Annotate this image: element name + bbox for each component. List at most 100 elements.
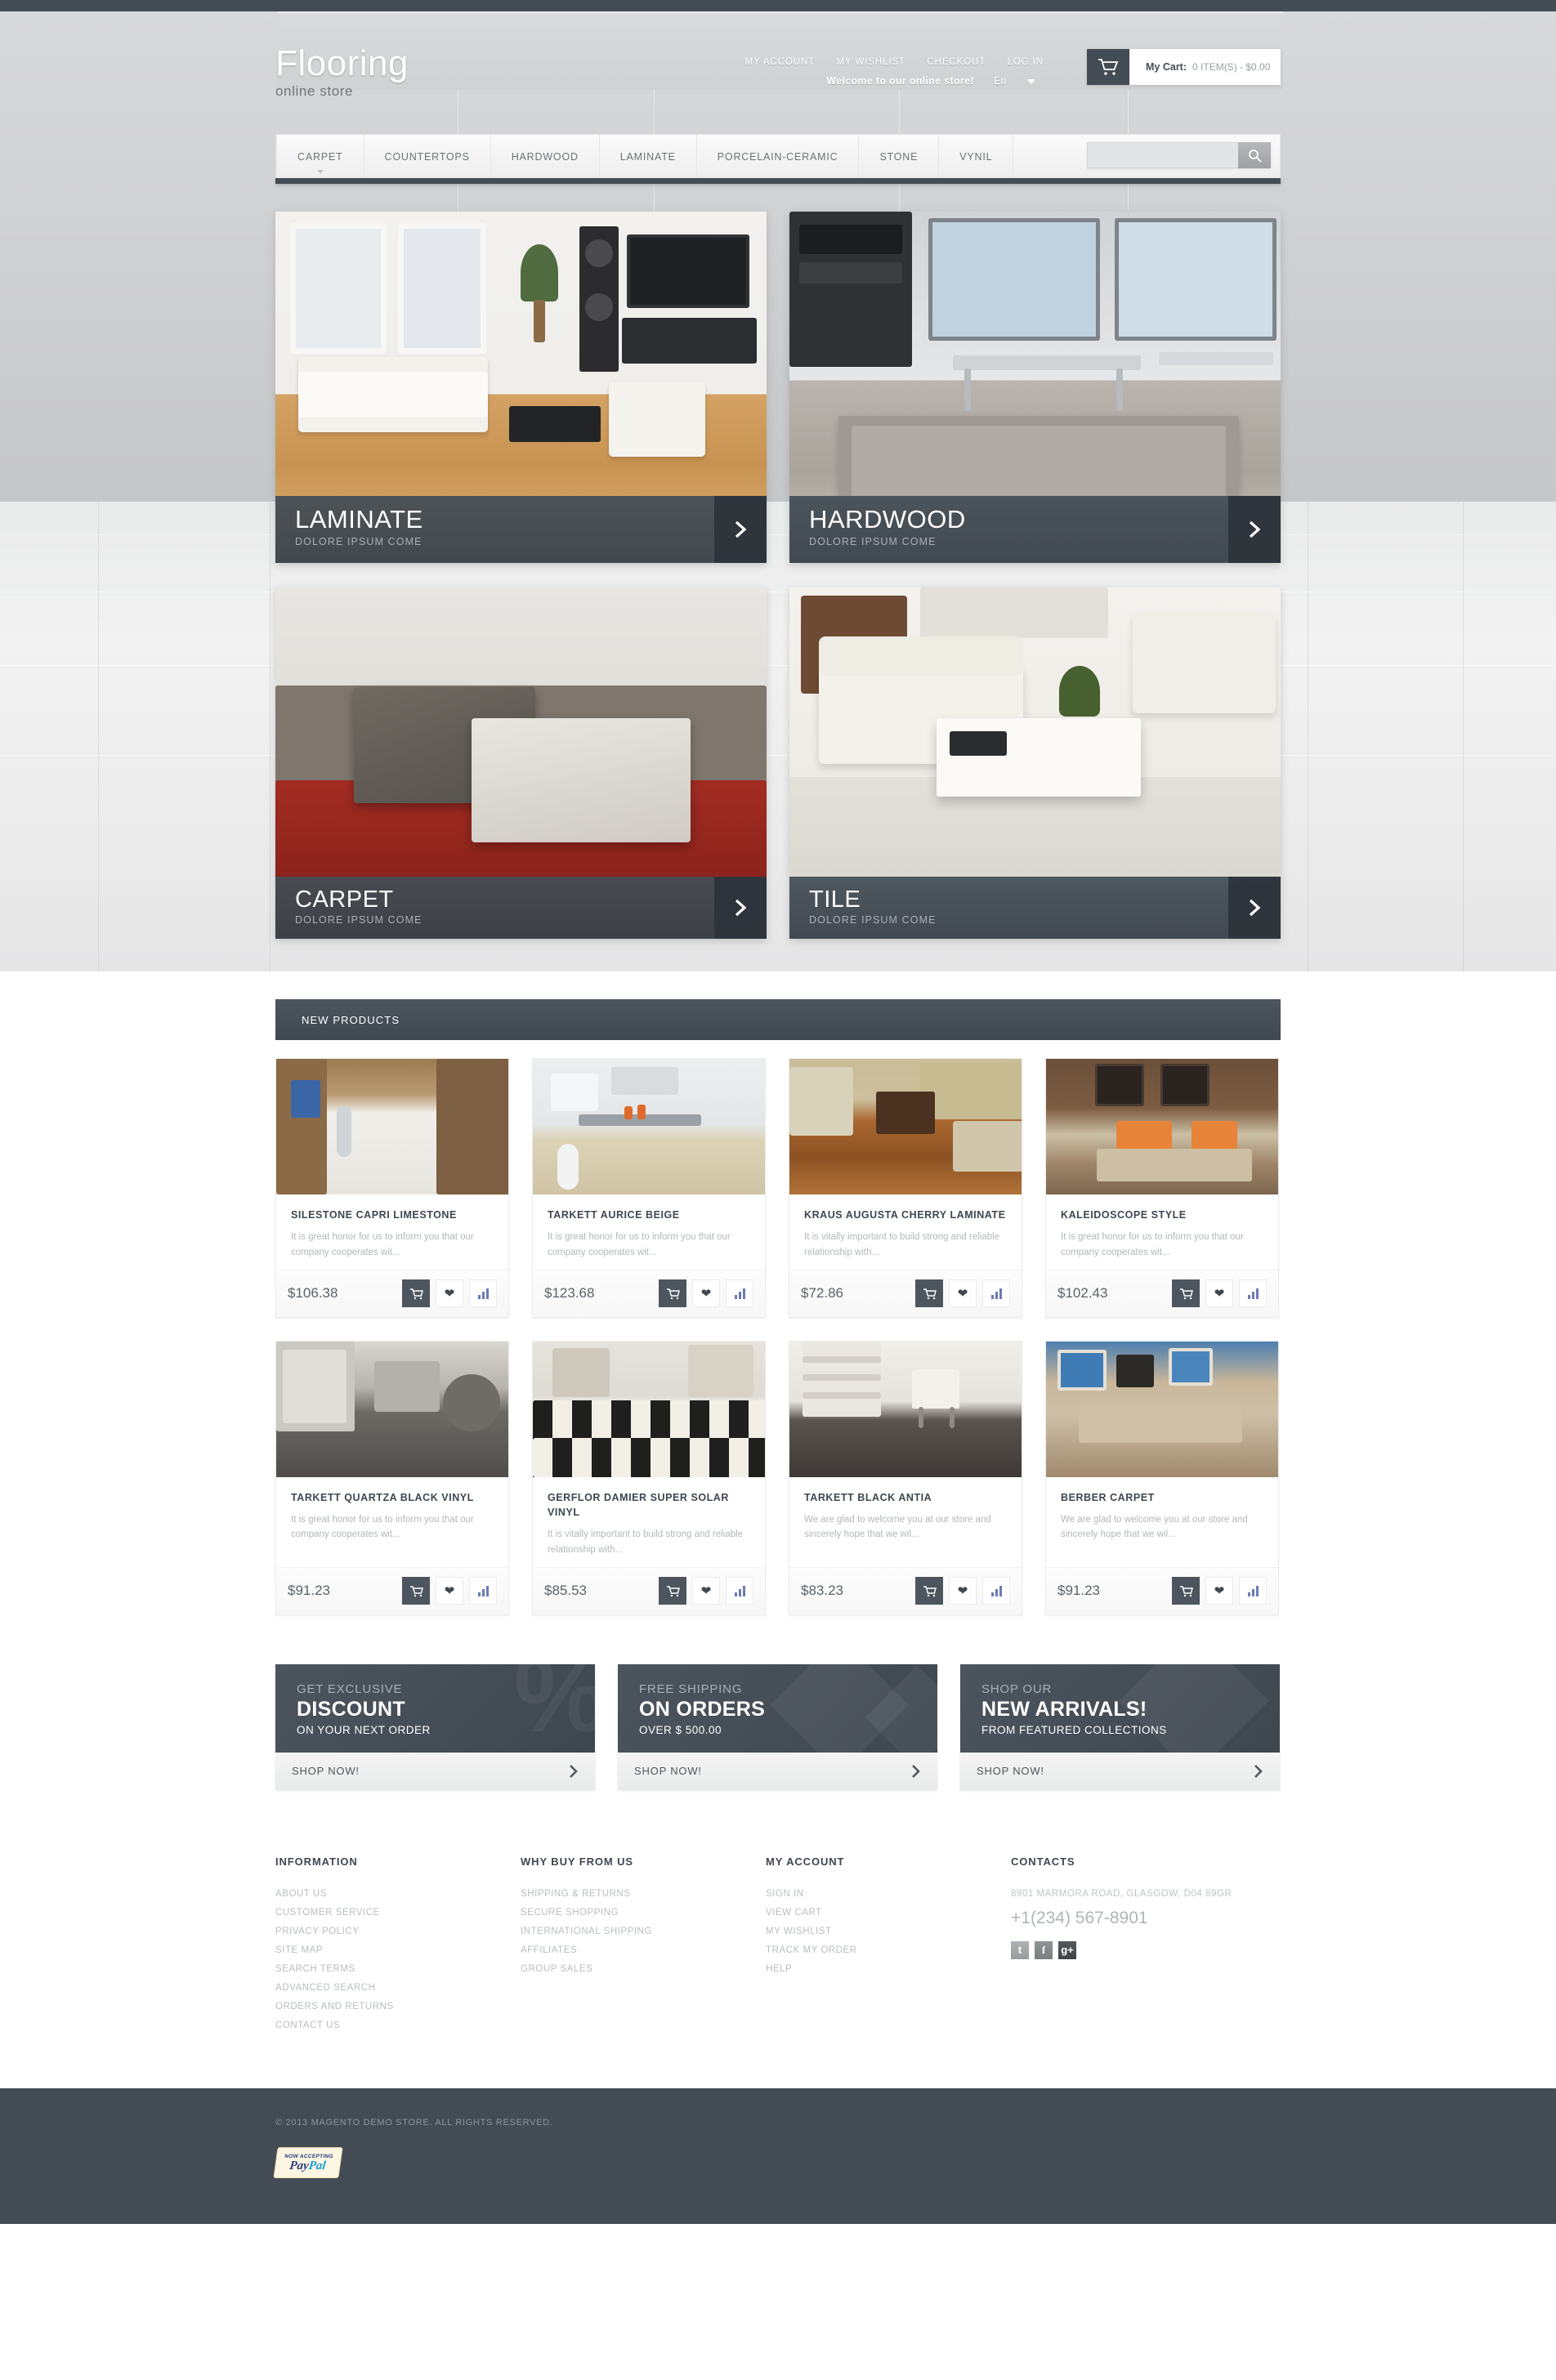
nav-label: STONE [879, 150, 919, 163]
nav-item-stone[interactable]: STONE [859, 135, 940, 178]
product-card[interactable]: TARKETT QUARTZA BLACK VINYL It is great … [275, 1340, 509, 1615]
add-to-wishlist-button[interactable]: ❤ [692, 1279, 720, 1308]
promo-cta[interactable]: SHOP NOW! [618, 1752, 937, 1790]
add-to-cart-button[interactable] [659, 1279, 686, 1308]
add-to-cart-button[interactable] [402, 1577, 430, 1605]
add-to-wishlist-button[interactable]: ❤ [1205, 1279, 1233, 1308]
nav-label: VYNIL [959, 150, 993, 163]
footer-link[interactable]: CONTACT US [275, 2021, 521, 2030]
product-card[interactable]: TARKETT AURICE BEIGE It is great honor f… [532, 1058, 766, 1318]
promo-discount[interactable]: % GET EXCLUSIVE DISCOUNT ON YOUR NEXT OR… [275, 1663, 595, 1790]
footer-link[interactable]: SHIPPING & RETURNS [521, 1889, 766, 1899]
nav-item-countertops[interactable]: COUNTERTOPS [364, 135, 491, 178]
facebook-icon[interactable]: f [1035, 1940, 1053, 1959]
add-to-wishlist-button[interactable]: ❤ [949, 1577, 977, 1605]
chevron-right-icon[interactable] [714, 496, 767, 563]
chevron-right-icon[interactable] [714, 877, 767, 939]
language-selector[interactable]: En [994, 75, 1035, 87]
compare-button[interactable] [726, 1577, 753, 1605]
category-tile-laminate[interactable]: LAMINATE DOLORE IPSUM COME [275, 212, 767, 563]
footer-link[interactable]: ADVANCED SEARCH [275, 1983, 521, 1993]
paypal-pal: Pal [307, 2159, 327, 2172]
chevron-right-icon[interactable] [1228, 877, 1281, 939]
nav-label: COUNTERTOPS [384, 150, 470, 163]
product-card[interactable]: KALEIDOSCOPE STYLE It is great honor for… [1045, 1058, 1279, 1318]
promo-new-arrivals[interactable]: SHOP OUR NEW ARRIVALS! FROM FEATURED COL… [960, 1663, 1280, 1790]
footer-link[interactable]: SEARCH TERMS [275, 1964, 521, 1974]
compare-button[interactable] [982, 1577, 1010, 1605]
product-card[interactable]: BERBER CARPET We are glad to welcome you… [1045, 1340, 1279, 1615]
add-to-wishlist-button[interactable]: ❤ [692, 1577, 720, 1605]
footer-link[interactable]: GROUP SALES [521, 1964, 766, 1974]
add-to-cart-button[interactable] [1172, 1279, 1200, 1308]
footer-link[interactable]: SECURE SHOPPING [521, 1908, 766, 1918]
site-logo[interactable]: Flooring online store [275, 46, 409, 100]
compare-button[interactable] [982, 1279, 1010, 1308]
chart-icon [990, 1585, 1002, 1596]
link-log-in[interactable]: LOG IN [1008, 57, 1044, 67]
footer-link[interactable]: TRACK MY ORDER [766, 1945, 1011, 1955]
search-input[interactable] [1087, 142, 1238, 168]
google-plus-icon[interactable]: g+ [1058, 1940, 1076, 1959]
category-tile-tile[interactable]: TILE DOLORE IPSUM COME [789, 587, 1281, 939]
category-title: HARDWOOD [809, 505, 966, 534]
promo-free-shipping[interactable]: FREE SHIPPING ON ORDERS OVER $ 500.00 SH… [618, 1663, 937, 1790]
twitter-icon[interactable]: t [1011, 1940, 1029, 1959]
paypal-wordmark: PayPal [288, 2159, 326, 2172]
product-card[interactable]: GERFLOR DAMIER SUPER SOLAR VINYL It is v… [532, 1340, 766, 1615]
add-to-wishlist-button[interactable]: ❤ [949, 1279, 977, 1308]
mini-cart[interactable]: My Cart: 0 ITEM(S) - $0.00 [1087, 49, 1281, 85]
footer-link[interactable]: SIGN IN [766, 1889, 1011, 1899]
welcome-text: Welcome to our online store! [826, 75, 974, 87]
footer-link[interactable]: PRIVACY POLICY [275, 1927, 521, 1936]
product-card[interactable]: KRAUS AUGUSTA CHERRY LAMINATE It is vita… [789, 1058, 1022, 1318]
category-tile-hardwood[interactable]: HARDWOOD DOLORE IPSUM COME [789, 212, 1281, 563]
promo-line3: FROM FEATURED COLLECTIONS [981, 1723, 1167, 1736]
add-to-cart-button[interactable] [915, 1577, 943, 1605]
link-my-wishlist[interactable]: MY WISHLIST [837, 57, 905, 67]
product-card[interactable]: SILESTONE CAPRI LIMESTONE It is great ho… [275, 1058, 509, 1318]
footer-link[interactable]: INTERNATIONAL SHIPPING [521, 1927, 766, 1936]
chevron-right-icon[interactable] [1228, 496, 1281, 563]
product-name: SILESTONE CAPRI LIMESTONE [291, 1209, 457, 1221]
link-my-account[interactable]: MY ACCOUNT [745, 57, 815, 67]
compare-button[interactable] [469, 1577, 497, 1605]
promo-cta[interactable]: SHOP NOW! [275, 1752, 595, 1790]
promo-cta[interactable]: SHOP NOW! [960, 1752, 1280, 1790]
add-to-cart-button[interactable] [915, 1279, 943, 1308]
nav-item-vynil[interactable]: VYNIL [939, 135, 1014, 178]
footer-link[interactable]: SITE MAP [275, 1945, 521, 1955]
product-card[interactable]: TARKETT BLACK ANTIA We are glad to welco… [789, 1340, 1022, 1615]
footer-link[interactable]: VIEW CART [766, 1908, 1011, 1918]
search-button[interactable] [1238, 142, 1271, 168]
footer-link[interactable]: ORDERS AND RETURNS [275, 2002, 521, 2012]
compare-button[interactable] [1239, 1279, 1267, 1308]
add-to-wishlist-button[interactable]: ❤ [436, 1577, 463, 1605]
utility-bar: Flooring online store MY ACCOUNT MY WISH… [275, 46, 1281, 103]
chevron-down-icon [316, 170, 324, 174]
nav-item-hardwood[interactable]: HARDWOOD [491, 135, 600, 178]
footer-link[interactable]: MY WISHLIST [766, 1927, 1011, 1936]
footer-link[interactable]: CUSTOMER SERVICE [275, 1908, 521, 1918]
nav-item-laminate[interactable]: LAMINATE [600, 135, 697, 178]
add-to-wishlist-button[interactable]: ❤ [1205, 1577, 1233, 1605]
footer-link[interactable]: AFFILIATES [521, 1945, 766, 1955]
add-to-cart-button[interactable] [1172, 1577, 1200, 1605]
add-to-cart-button[interactable] [659, 1577, 686, 1605]
link-checkout[interactable]: CHECKOUT [927, 57, 986, 67]
category-tile-carpet[interactable]: CARPET DOLORE IPSUM COME [275, 587, 767, 939]
add-to-cart-button[interactable] [402, 1279, 430, 1308]
add-to-wishlist-button[interactable]: ❤ [436, 1279, 463, 1308]
footer-link[interactable]: HELP [766, 1964, 1011, 1974]
nav-item-porcelain-ceramic[interactable]: PORCELAIN-CERAMIC [697, 135, 860, 178]
compare-button[interactable] [726, 1279, 753, 1308]
product-image [1046, 1059, 1278, 1194]
compare-button[interactable] [1239, 1577, 1267, 1605]
footer-link[interactable]: ABOUT US [275, 1889, 521, 1899]
category-subtitle: DOLORE IPSUM COME [295, 535, 423, 547]
contact-address: 8901 MARMORA ROAD, GLASGOW, D04 89GR [1011, 1888, 1232, 1899]
compare-button[interactable] [469, 1279, 497, 1308]
logo-title: Flooring [275, 43, 409, 83]
main-navigation: CARPET COUNTERTOPS HARDWOOD LAMINATE POR… [275, 134, 1281, 184]
nav-item-carpet[interactable]: CARPET [276, 135, 364, 178]
